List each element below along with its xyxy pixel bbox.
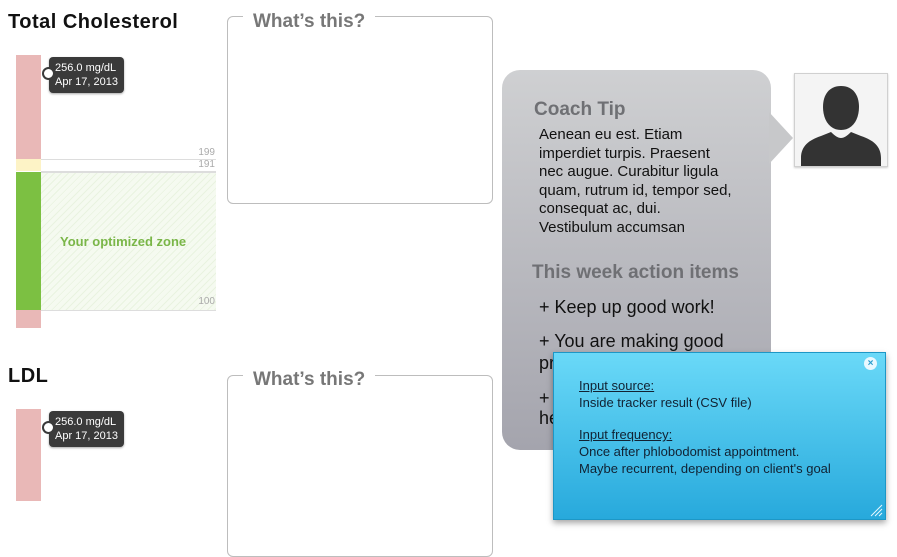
action-item: + Keep up good work! (539, 297, 715, 317)
tooltip-value: 256.0 mg/dL (55, 416, 117, 428)
input-source-value: Inside tracker result (CSV file) (579, 395, 752, 410)
coach-tip-title: Coach Tip (534, 99, 626, 120)
close-icon[interactable]: × (864, 357, 877, 370)
borderline-range-bar (16, 159, 41, 171)
frequency-line: Maybe recurrent, depending on client's g… (579, 461, 831, 476)
high-range-bar (16, 55, 41, 159)
coach-tip-line: Aenean eu est. Etiam (539, 126, 683, 143)
tooltip-date: Apr 17, 2013 (55, 76, 118, 88)
total-cholesterol-title: Total Cholesterol (8, 11, 179, 33)
data-point-marker[interactable] (42, 421, 55, 434)
ldl-whats-this-panel (227, 375, 493, 557)
optimal-range-bar (16, 172, 41, 310)
coach-avatar (794, 73, 888, 167)
coach-tip-line: nec augue. Curabitur ligula (539, 163, 719, 180)
low-range-bar (16, 310, 41, 328)
person-silhouette-icon (801, 86, 881, 166)
coach-tip-text: Aenean eu est. Etiam imperdiet turpis. P… (539, 126, 732, 237)
data-point-marker[interactable] (42, 67, 55, 80)
optimized-zone-label: Your optimized zone (60, 234, 187, 249)
ldl-title: LDL (8, 365, 49, 387)
whats-this-panel (227, 16, 493, 204)
action-items-title: This week action items (532, 262, 739, 283)
ldl-whats-this-title[interactable]: What’s this? (243, 369, 376, 391)
resize-grip-icon[interactable] (869, 503, 883, 517)
coach-bubble-pointer (769, 112, 793, 164)
tooltip-date: Apr 17, 2013 (55, 430, 118, 442)
tick-label-100: 100 (198, 296, 215, 307)
tooltip-value: 256.0 mg/dL (55, 62, 117, 74)
tick-label-199: 199 (198, 147, 215, 158)
coach-tip-line: quam, rutrum id, tempor sed, (539, 181, 732, 199)
coach-tip-line: imperdiet turpis. Praesent (539, 144, 710, 162)
action-item: + You are making good (539, 331, 724, 351)
tick-label-191: 191 (198, 159, 215, 170)
action-item-partial: + (539, 388, 550, 408)
value-tooltip[interactable]: 256.0 mg/dL Apr 17, 2013 (42, 57, 124, 93)
coach-tip-line: consequat ac, dui. (539, 200, 661, 217)
input-frequency-value: Once after phlobodomist appointment. May… (579, 443, 831, 477)
input-info-note[interactable]: × Input source: Inside tracker result (C… (553, 352, 886, 520)
ldl-value-tooltip[interactable]: 256.0 mg/dL Apr 17, 2013 (42, 411, 124, 447)
input-source-label: Input source: (579, 378, 655, 393)
ldl-high-range-bar (16, 409, 41, 501)
frequency-line: Once after phlobodomist appointment. (579, 444, 800, 459)
whats-this-title[interactable]: What’s this? (243, 11, 376, 33)
input-frequency-label: Input frequency: (579, 427, 673, 442)
coach-tip-line: Vestibulum accumsan (539, 218, 685, 236)
